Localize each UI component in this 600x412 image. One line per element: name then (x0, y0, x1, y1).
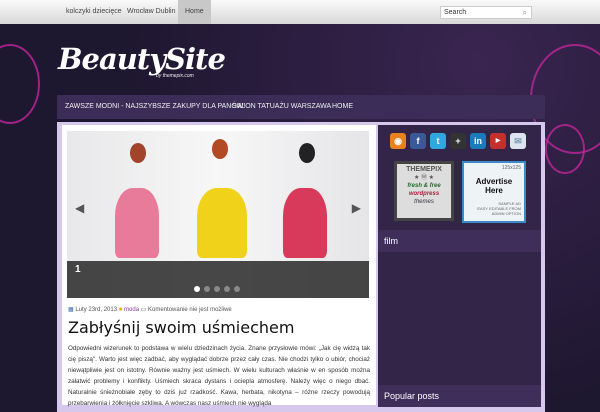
post-body: Odpowiedni wizerunek to podstawa w wielu… (68, 345, 370, 407)
themepix-ad[interactable]: THEMEPIX ★ Ⓦ ★ fresh & free wordpress th… (394, 161, 454, 221)
post-meta: ▦ Luty 23rd, 2013 ■ moda ▭ Komentowanie … (68, 306, 232, 313)
slider-next-arrow[interactable]: ▶ (352, 201, 361, 215)
email-icon[interactable]: ✉ (510, 133, 526, 149)
post-title[interactable]: Zabłyśnij swoim uśmiechem (68, 318, 294, 337)
model-image (197, 188, 247, 258)
model-image (299, 143, 315, 163)
folder-icon: ■ (118, 307, 123, 313)
facebook-icon[interactable]: f (410, 133, 426, 149)
post-date: Luty 23rd, 2013 (75, 307, 118, 313)
linkedin-icon[interactable]: in (470, 133, 486, 149)
widget-title-film: film (378, 230, 541, 252)
slider-dot[interactable] (194, 286, 200, 292)
model-image (115, 188, 159, 258)
rss-icon[interactable]: ◉ (390, 133, 406, 149)
ad-text: wordpress (408, 191, 440, 197)
slider-dot[interactable] (214, 286, 220, 292)
image-slider[interactable]: ◀ ▶ 1 (67, 131, 369, 298)
google-plus-icon[interactable]: + (450, 133, 466, 149)
flower-decoration (0, 44, 40, 124)
ad-title: Advertise Here (475, 177, 513, 195)
model-image (283, 188, 327, 258)
comment-icon: ▭ (140, 307, 147, 313)
logo-subtitle: by themepix.com (156, 73, 194, 79)
wordpress-icon: ★ Ⓦ ★ (413, 175, 435, 181)
advertise-here-ad[interactable]: 125x125 Advertise Here SAMPLE AD EASY ED… (462, 161, 526, 223)
slider-dot[interactable] (204, 286, 210, 292)
calendar-icon: ▦ (68, 307, 74, 313)
main-nav: ZAWSZE MODNI - NAJSZYBSZE ZAKUPY DLA PAN… (57, 95, 545, 119)
slider-caption-bar: 1 (67, 261, 369, 298)
slide-number: 1 (75, 264, 81, 275)
slider-dot[interactable] (234, 286, 240, 292)
nav-item-home[interactable]: HOME (332, 95, 353, 119)
nav-item-zawsze-modni[interactable]: ZAWSZE MODNI - NAJSZYBSZE ZAKUPY DLA PAN… (65, 95, 245, 119)
ad-text: fresh & free (407, 183, 441, 189)
search-icon[interactable]: ⌕ (523, 7, 527, 18)
model-image (130, 143, 146, 163)
search-placeholder: Search (444, 9, 467, 16)
top-link-home[interactable]: Home (178, 0, 211, 24)
ad-text: themes (414, 199, 434, 205)
nav-item-salon-tatuazu[interactable]: SALON TATUAŻU WARSZAWA (232, 95, 331, 119)
post-category[interactable]: moda (124, 307, 139, 313)
site-logo[interactable]: BeautySite (58, 42, 226, 76)
widget-title-popular-posts: Popular posts (378, 385, 541, 407)
post-comments: Komentowanie nie jest możliwe (148, 307, 232, 313)
top-link-wroclaw[interactable]: Wrocław Dublin (121, 0, 182, 24)
search-input[interactable]: Search ⌕ (440, 6, 532, 19)
slider-dot[interactable] (224, 286, 230, 292)
model-image (212, 139, 228, 159)
top-link-kolczyki[interactable]: kolczyki dziecięce (60, 0, 128, 24)
slider-prev-arrow[interactable]: ◀ (75, 201, 84, 215)
ad-text: THEMEPIX (406, 166, 442, 173)
top-bar: kolczyki dziecięce Wrocław Dublin Home S… (0, 0, 600, 24)
twitter-icon[interactable]: t (430, 133, 446, 149)
youtube-icon[interactable]: ▶ (490, 133, 506, 149)
flower-decoration (545, 124, 585, 174)
ad-size: 125x125 (501, 165, 521, 171)
ad-text: ADMIN OPTION (491, 211, 521, 216)
